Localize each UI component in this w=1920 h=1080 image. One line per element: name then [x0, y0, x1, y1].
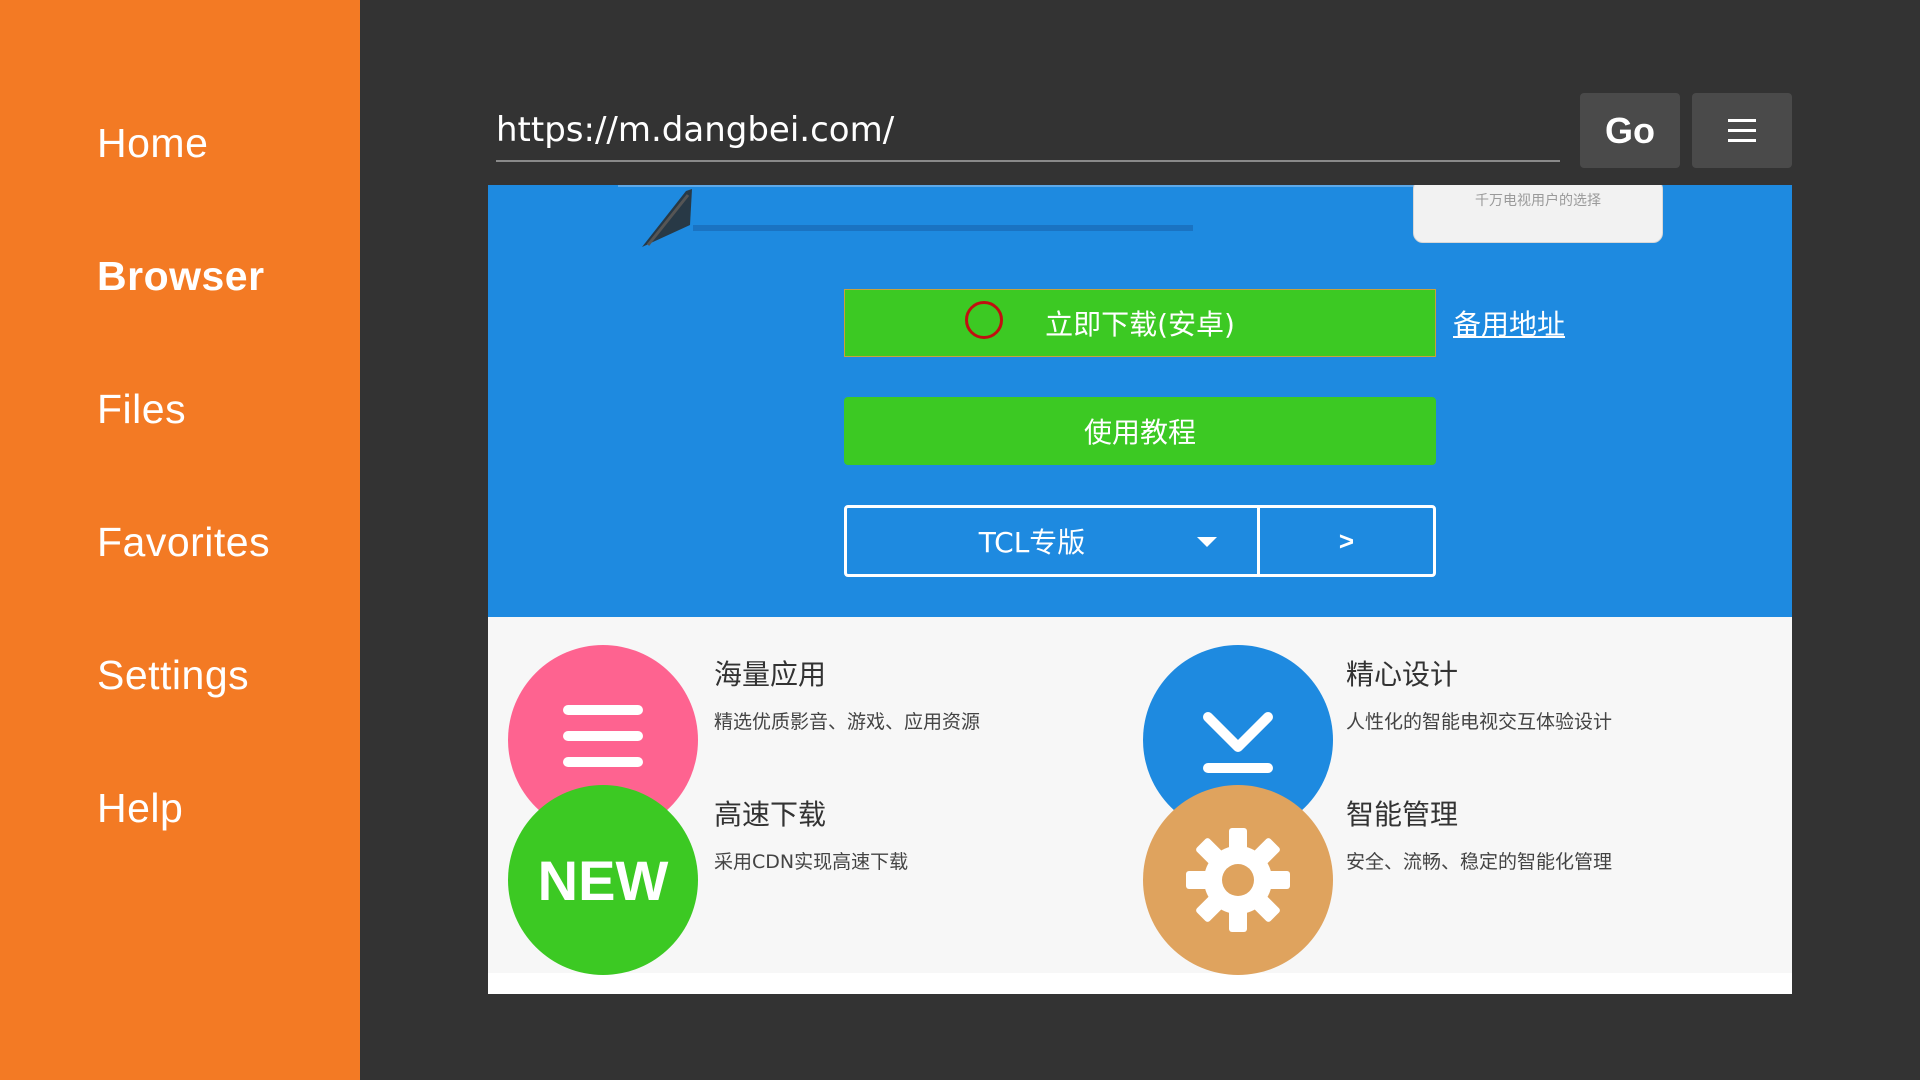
feature-circle-manage: [1143, 785, 1333, 975]
version-select[interactable]: TCL专版: [847, 508, 1257, 574]
tutorial-button[interactable]: 使用教程: [844, 397, 1436, 465]
features-section: 海量应用 精选优质影音、游戏、应用资源 NEW 高速下载 采用CDN实现高速下载…: [488, 617, 1792, 975]
hero-section: 千万电视用户的选择 立即下载(安卓) 备用地址 使用教程 TCL专版 >: [488, 185, 1792, 617]
download-android-button[interactable]: 立即下载(安卓): [844, 289, 1436, 357]
url-bar: [496, 104, 1560, 162]
version-select-label: TCL专版: [978, 526, 1086, 559]
pen-illustration-icon: [642, 189, 692, 247]
phone-mockup: 千万电视用户的选择: [1413, 185, 1663, 243]
feature-desc: 精选优质影音、游戏、应用资源: [714, 711, 981, 733]
download-button-label: 立即下载(安卓): [1045, 308, 1235, 341]
gear-icon: [1186, 828, 1290, 932]
sidebar-item-favorites[interactable]: Favorites: [97, 519, 270, 566]
version-selector: TCL专版 >: [844, 505, 1436, 577]
sidebar-item-help[interactable]: Help: [97, 785, 183, 832]
web-view[interactable]: 千万电视用户的选择 立即下载(安卓) 备用地址 使用教程 TCL专版 > 海量应: [488, 185, 1792, 994]
sidebar-item-files[interactable]: Files: [97, 386, 186, 433]
url-input[interactable]: [496, 104, 1560, 156]
hero-decor-line: [693, 225, 1193, 231]
feature-title: 精心设计: [1346, 658, 1459, 691]
sidebar: Home Browser Files Favorites Settings He…: [0, 0, 360, 1080]
version-go-button[interactable]: >: [1260, 508, 1433, 574]
feature-title: 智能管理: [1346, 798, 1459, 831]
feature-desc: 安全、流畅、稳定的智能化管理: [1346, 851, 1613, 873]
caret-down-icon: [1197, 537, 1217, 547]
feature-desc: 人性化的智能电视交互体验设计: [1346, 711, 1613, 733]
new-badge-icon: NEW: [537, 848, 669, 912]
hero-divider: [618, 185, 1498, 187]
go-button[interactable]: Go: [1580, 93, 1680, 168]
hamburger-menu-icon: [1728, 118, 1756, 143]
menu-button[interactable]: [1692, 93, 1792, 168]
sidebar-item-browser[interactable]: Browser: [97, 253, 265, 300]
feature-circle-download: NEW: [508, 785, 698, 975]
sidebar-item-home[interactable]: Home: [97, 120, 208, 167]
backup-address-link[interactable]: 备用地址: [1453, 303, 1565, 343]
sidebar-item-settings[interactable]: Settings: [97, 652, 249, 699]
phone-caption: 千万电视用户的选择: [1475, 193, 1601, 209]
feature-title: 海量应用: [714, 658, 827, 691]
feature-title: 高速下载: [714, 798, 827, 831]
focus-ring-icon: [965, 301, 1003, 339]
feature-desc: 采用CDN实现高速下载: [714, 851, 909, 873]
